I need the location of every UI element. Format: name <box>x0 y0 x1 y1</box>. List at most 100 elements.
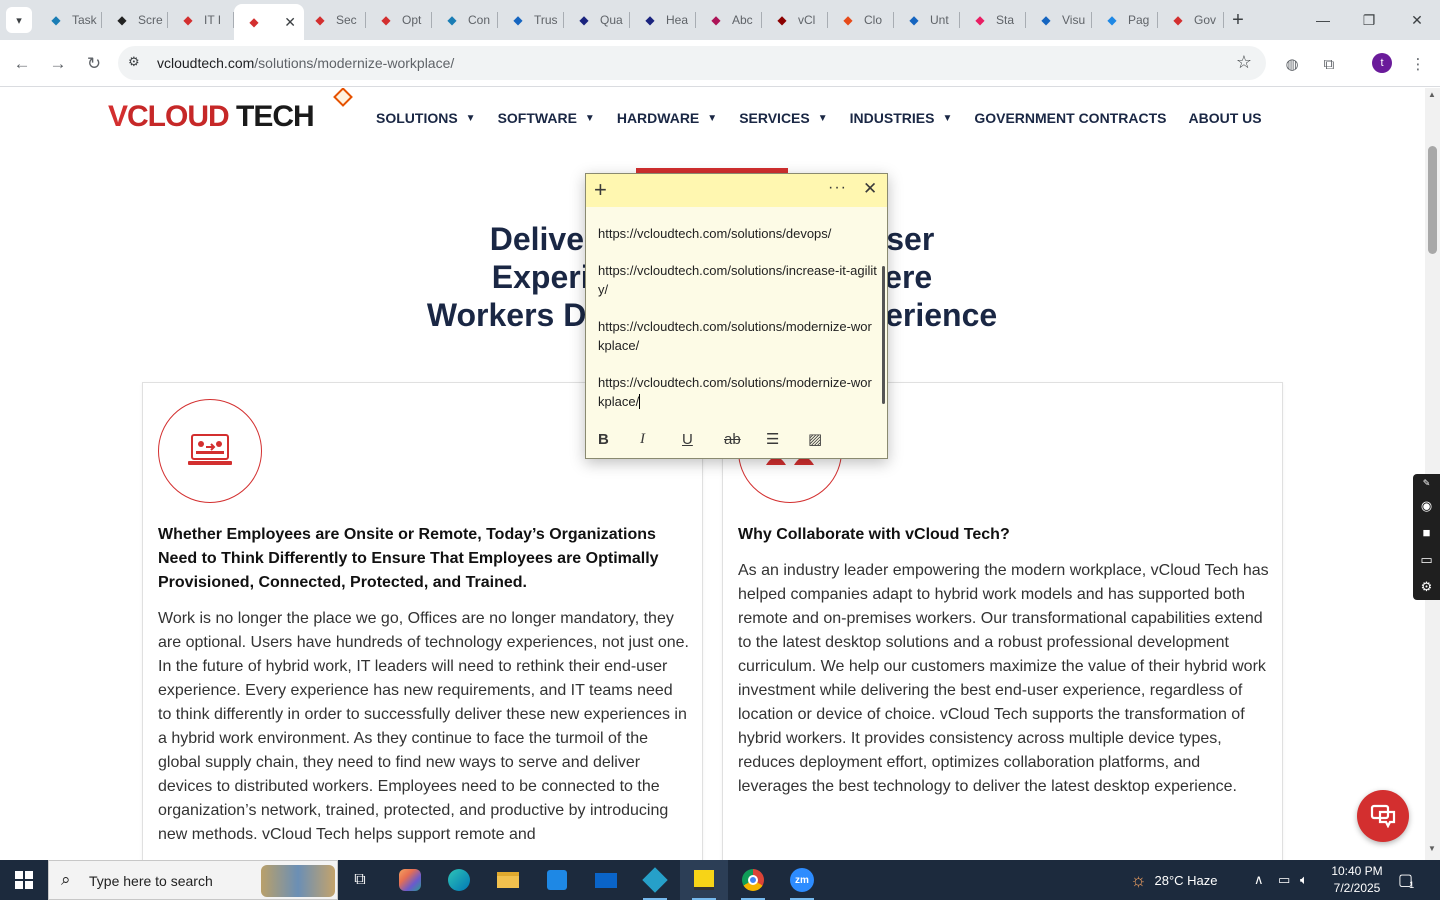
edge-icon[interactable] <box>435 860 483 900</box>
browser-tab[interactable]: ◆ Con <box>432 4 498 36</box>
main-navigation: SOLUTIONS ▼ SOFTWARE ▼ HARDWARE ▼ SERVICES ▼ IND… <box>376 110 1284 126</box>
browser-tab[interactable]: ◆ Visu <box>1026 4 1092 36</box>
new-note-plus-icon[interactable]: + <box>594 178 607 202</box>
insert-image-icon[interactable]: ▨ <box>808 430 850 448</box>
browser-toolbar: ← → ↻ ⚙ vcloudtech.com/solutions/moderni… <box>0 40 1440 87</box>
site-info-icon[interactable]: ⚙ <box>128 54 140 70</box>
taskbar-search[interactable]: ⌕ Type here to search <box>48 860 338 900</box>
nav-item[interactable]: SOFTWARE ▼ <box>498 110 595 126</box>
nav-item[interactable]: SOLUTIONS ▼ <box>376 110 476 126</box>
underline-button[interactable]: U <box>682 431 724 448</box>
nav-item[interactable]: GOVERNMENT CONTRACTS <box>974 110 1166 126</box>
note-scrollbar[interactable] <box>882 266 885 404</box>
browser-tab[interactable]: ◆ Trus <box>498 4 564 36</box>
network-icon[interactable]: ▭ <box>1278 860 1290 900</box>
notifications-icon[interactable]: ▢ 1 <box>1398 860 1414 900</box>
browser-tab[interactable]: ◆ ✕ <box>234 4 304 40</box>
file-explorer-icon[interactable] <box>484 860 532 900</box>
browser-tab[interactable]: ◆ Task <box>36 4 102 36</box>
browser-tab[interactable]: ◆ Abc <box>696 4 762 36</box>
nav-item-label: GOVERNMENT CONTRACTS <box>974 110 1167 126</box>
browser-tab[interactable]: ◆ IT I <box>168 4 234 36</box>
profile-avatar[interactable]: t <box>1372 53 1392 73</box>
tab-title: Unt <box>930 13 949 27</box>
browser-tab[interactable]: ◆ vCl <box>762 4 828 36</box>
scroll-up-icon[interactable]: ▲ <box>1428 90 1436 99</box>
tab-title: Sec <box>336 13 357 27</box>
copilot-icon[interactable] <box>386 860 434 900</box>
tab-search-button[interactable]: ▾ <box>6 7 32 33</box>
note-line[interactable]: https://vcloudtech.com/solutions/moderni… <box>598 317 878 355</box>
browser-tab[interactable]: ◆ Sta <box>960 4 1026 36</box>
nav-item-label: SOLUTIONS <box>376 110 458 126</box>
video-icon[interactable]: ■ <box>1413 519 1440 546</box>
note-line[interactable]: https://vcloudtech.com/solutions/moderni… <box>598 373 878 411</box>
nav-item[interactable]: HARDWARE ▼ <box>617 110 717 126</box>
minimize-button[interactable]: — <box>1300 0 1346 40</box>
forward-button[interactable]: → <box>44 50 72 78</box>
new-tab-button[interactable]: + <box>1224 6 1252 34</box>
bookmark-star-icon[interactable]: ☆ <box>1236 52 1252 73</box>
menu-kebab-icon[interactable]: ⋮ <box>1406 52 1430 76</box>
chevron-down-icon: ▼ <box>707 112 718 124</box>
address-url[interactable]: vcloudtech.com/solutions/modernize-workp… <box>157 55 454 71</box>
nav-item[interactable]: SERVICES ▼ <box>739 110 827 126</box>
pin-icon: ◆ <box>975 13 985 27</box>
address-bar[interactable]: ⚙ vcloudtech.com/solutions/modernize-wor… <box>118 46 1266 80</box>
scroll-thumb[interactable] <box>1428 146 1437 254</box>
close-window-button[interactable]: ✕ <box>1394 0 1440 40</box>
weather-widget[interactable]: ☼ 28°C Haze <box>1130 860 1218 900</box>
sticky-note-window[interactable]: + ··· ✕ https://vcloudtech.com/solutions… <box>585 173 888 459</box>
pin-icon[interactable]: ✎ <box>1413 474 1440 492</box>
extensions-icon[interactable]: ⧉ <box>1317 52 1341 76</box>
sticky-note-header[interactable]: + ··· ✕ <box>586 174 887 207</box>
scroll-down-icon[interactable]: ▼ <box>1428 844 1436 853</box>
browser-tab[interactable]: ◆ Qua <box>564 4 630 36</box>
gauge-icon: ◆ <box>1107 13 1117 27</box>
bullet-list-icon[interactable]: ☰ <box>766 430 808 448</box>
browser-tab[interactable]: ◆ Clo <box>828 4 894 36</box>
browser-tab[interactable]: ◆ Pag <box>1092 4 1158 36</box>
zoom-icon[interactable]: zm <box>778 860 826 900</box>
nav-item[interactable]: INDUSTRIES ▼ <box>850 110 953 126</box>
mail-icon[interactable] <box>582 860 630 900</box>
back-button[interactable]: ← <box>8 50 36 78</box>
browser-tab[interactable]: ◆ Sec <box>300 4 366 36</box>
nav-item[interactable]: ABOUT US <box>1188 110 1261 126</box>
browser-tab[interactable]: ◆ Scre <box>102 4 168 36</box>
italic-button[interactable]: I <box>640 431 682 448</box>
slash-icon: ◆ <box>843 13 853 27</box>
sticky-notes-icon[interactable] <box>680 860 728 900</box>
close-note-icon[interactable]: ✕ <box>863 179 877 199</box>
window-icon[interactable]: ▭ <box>1413 546 1440 573</box>
site-logo[interactable]: VCLOUD TECH <box>108 100 315 134</box>
note-line[interactable]: https://vcloudtech.com/solutions/increas… <box>598 261 878 299</box>
browser-tab[interactable]: ◆ Opt <box>366 4 432 36</box>
windows-start-button[interactable] <box>0 860 48 900</box>
tag-icon: ◆ <box>315 13 325 27</box>
reload-button[interactable]: ↻ <box>80 50 108 78</box>
browser-tab[interactable]: ◆ Hea <box>630 4 696 36</box>
card-heading: Why Collaborate with vCloud Tech? <box>738 526 1010 543</box>
chrome-icon[interactable] <box>729 860 777 900</box>
browser-tab[interactable]: ◆ Unt <box>894 4 960 36</box>
restore-button[interactable]: ❐ <box>1346 0 1392 40</box>
text-caret <box>639 394 641 409</box>
system-clock[interactable]: 10:40 PM 7/2/2025 <box>1326 863 1388 897</box>
close-tab-icon[interactable]: ✕ <box>284 14 296 31</box>
settings-gear-icon[interactable]: ⚙ <box>1413 573 1440 600</box>
task-view-icon[interactable]: ⧉ <box>336 860 384 900</box>
app-diamond-icon[interactable] <box>631 860 679 900</box>
chat-button[interactable] <box>1357 790 1409 842</box>
note-line[interactable]: https://vcloudtech.com/solutions/devops/ <box>598 224 878 243</box>
tray-chevron-icon[interactable]: ∧ <box>1254 860 1264 900</box>
sticky-note-text[interactable]: https://vcloudtech.com/solutions/devops/… <box>598 224 878 429</box>
more-options-icon[interactable]: ··· <box>828 179 847 197</box>
camera-icon[interactable]: ◉ <box>1413 492 1440 519</box>
store-icon[interactable] <box>533 860 581 900</box>
volume-icon[interactable]: 🔈︎ <box>1300 860 1308 900</box>
bold-button[interactable]: B <box>598 431 640 448</box>
browser-tab[interactable]: ◆ Gov <box>1158 4 1224 36</box>
translate-icon[interactable]: ◍ <box>1280 52 1304 76</box>
strikethrough-button[interactable]: ab <box>724 431 766 448</box>
